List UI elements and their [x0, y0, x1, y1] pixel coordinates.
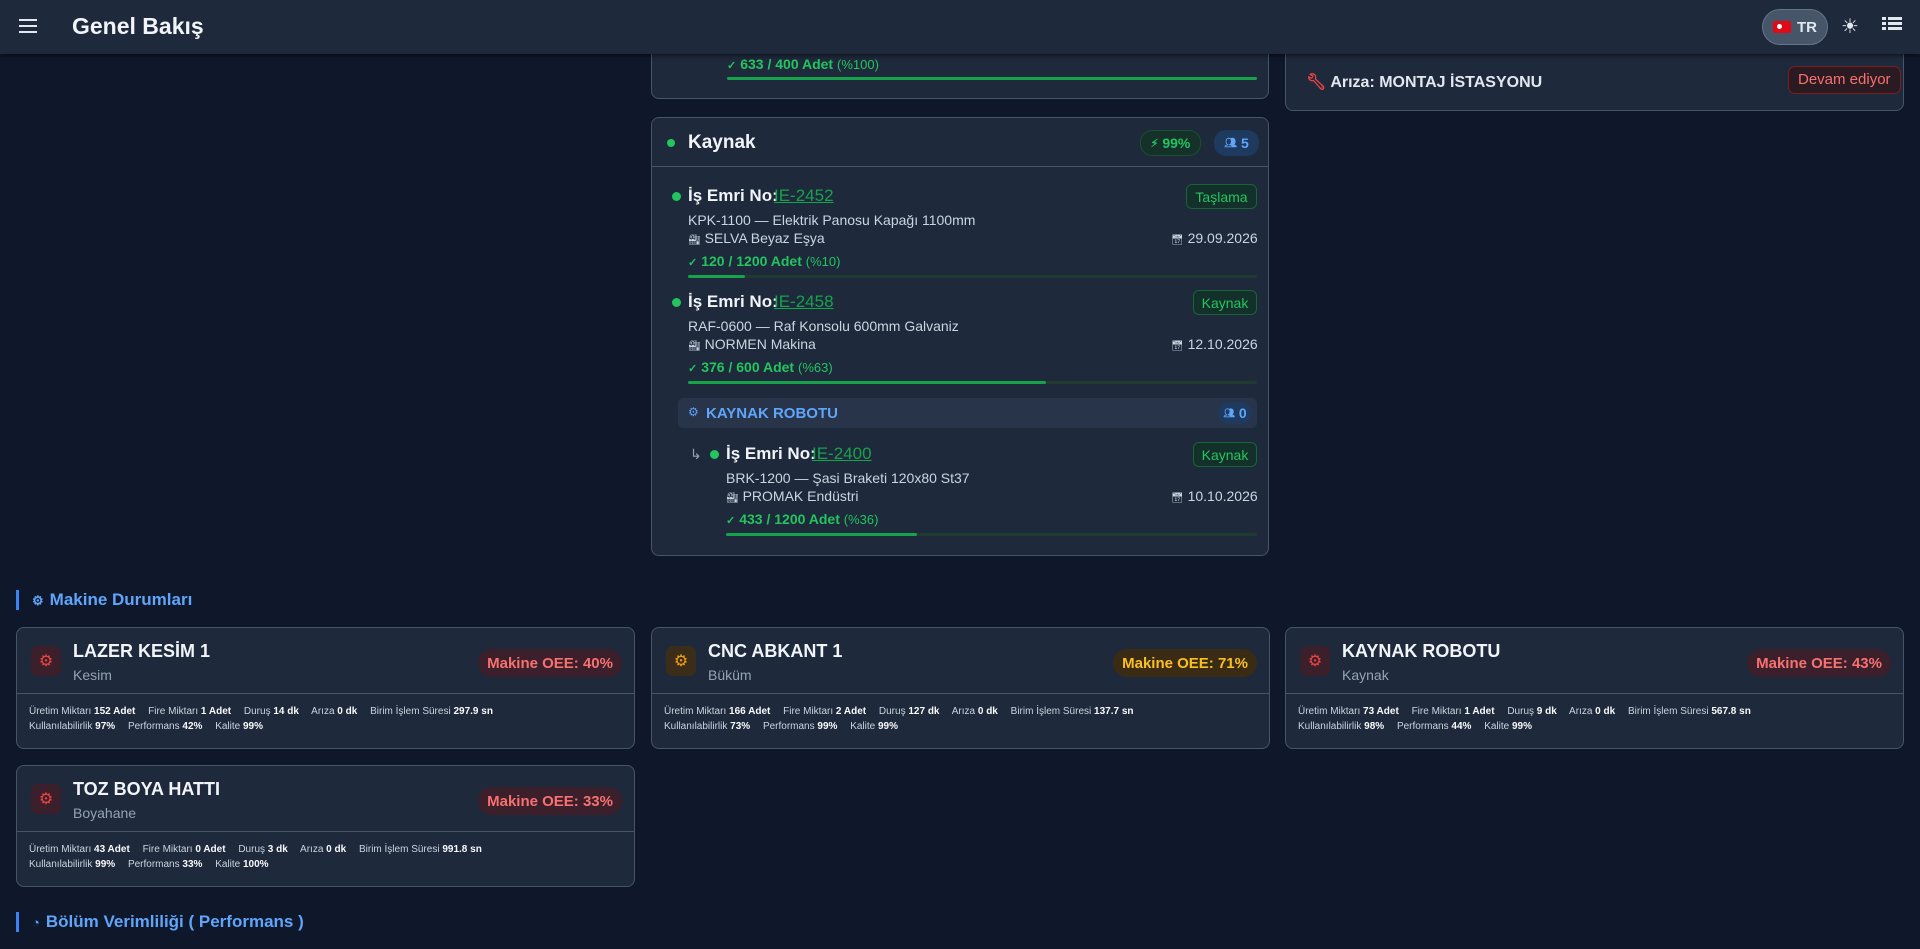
department-card-kaynak: Kaynak ⚡︎ 99% 👥︎ 5 İş Emri No: IE-2452 Taş… [651, 117, 1269, 556]
machine-subheader: ⚙︎ KAYNAK ROBOTU 👥︎ 0 [678, 398, 1257, 428]
machine-stats-row2: Kullanılabilirlik 98% Performans 44% Kal… [1298, 721, 1533, 732]
machine-name: KAYNAK ROBOTU [1342, 641, 1501, 661]
page-title: Genel Bakış [72, 13, 204, 39]
machine-card-header: ⚙︎ CNC ABKANT 1 Büküm Makine OEE: 71% [652, 628, 1269, 694]
robot-arm-icon: ⚙︎ [31, 646, 61, 676]
progress-text: ✓ 376 / 600 Adet (%63) [688, 359, 833, 375]
oee-badge: Makine OEE: 71% [1113, 649, 1257, 677]
machine-card[interactable]: ⚙︎ TOZ BOYA HATTI Boyahane Makine OEE: 3… [16, 765, 635, 887]
staff-badge: 👥︎ 0 [1218, 402, 1252, 424]
machine-department: Kesim [73, 667, 112, 683]
product-text: KPK-1100 — Elektrik Panosu Kapağı 1100mm [688, 212, 976, 228]
robot-arm-icon: ⚙︎ [32, 593, 44, 608]
progress-text: ✓ 633 / 400 Adet (%100) [727, 56, 879, 72]
fault-label: 🔧︎ Arıza: MONTAJ İSTASYONU [1306, 74, 1543, 91]
department-title: Kaynak [688, 132, 756, 153]
progress-bar [727, 77, 1257, 80]
efficiency-badge: ⚡︎ 99% [1140, 130, 1201, 156]
top-app-bar: Genel Bakış TR ☀ [0, 0, 1920, 54]
status-dot [672, 192, 681, 201]
language-button[interactable]: TR [1762, 9, 1828, 45]
department-header: Kaynak ⚡︎ 99% 👥︎ 5 [652, 118, 1268, 167]
machine-card[interactable]: ⚙︎ CNC ABKANT 1 Büküm Makine OEE: 71% Ür… [651, 627, 1270, 749]
customer-text: 🏭︎ SELVA Beyaz Eşya [688, 230, 825, 246]
work-order-link[interactable]: IE-2458 [774, 292, 834, 312]
work-order-label: İş Emri No: [726, 444, 816, 463]
calendar-icon: 📅︎ [1171, 235, 1184, 246]
oee-badge: Makine OEE: 40% [478, 649, 622, 677]
process-tag: Taşlama [1186, 184, 1257, 209]
machine-department: Kaynak [1342, 667, 1389, 683]
process-tag: Kaynak [1193, 442, 1257, 467]
machine-name: KAYNAK ROBOTU [706, 405, 838, 422]
gauge-icon: ◔ [32, 915, 40, 930]
machine-name: CNC ABKANT 1 [708, 641, 843, 661]
oee-badge: Makine OEE: 43% [1747, 649, 1891, 677]
language-label: TR [1797, 18, 1817, 36]
wrench-icon: 🔧︎ [1306, 74, 1327, 91]
factory-icon: 🏭︎ [688, 235, 701, 246]
work-order-link[interactable]: IE-2452 [774, 186, 834, 206]
machine-department: Boyahane [73, 805, 137, 821]
robot-arm-icon: ⚙︎ [31, 784, 61, 814]
work-order-label: İş Emri No: [688, 292, 778, 311]
factory-icon: 🏭︎ [726, 493, 739, 504]
staff-badge: 👥︎ 5 [1214, 130, 1259, 156]
people-icon: 👥︎ [1224, 137, 1237, 149]
machine-department: Büküm [708, 667, 752, 683]
people-icon: 👥︎ [1223, 407, 1235, 418]
progress-text: ✓ 433 / 1200 Adet (%36) [726, 511, 879, 527]
progress-bar [726, 533, 1257, 536]
sun-icon[interactable]: ☀ [1838, 15, 1862, 39]
bolt-icon: ⚡︎ [1150, 137, 1159, 150]
status-dot [672, 298, 681, 307]
customer-text: 🏭︎ PROMAK Endüstri [726, 488, 859, 504]
oee-badge: Makine OEE: 33% [478, 787, 622, 815]
process-tag: Kaynak [1193, 290, 1257, 315]
machine-stats-row1: Üretim Miktarı 152 Adet Fire Miktarı 1 A… [29, 706, 493, 717]
turkey-flag-icon [1773, 21, 1791, 33]
customer-text: 🏭︎ NORMEN Makina [688, 336, 816, 352]
progress-bar [688, 275, 1257, 278]
calendar-icon: 📅︎ [1171, 341, 1184, 352]
performance-section-title: ◔ Bölüm Verimliliği ( Performans ) [16, 912, 304, 932]
fault-status-badge: Devam ediyor [1788, 66, 1901, 94]
machine-stats-row1: Üretim Miktarı 73 Adet Fire Miktarı 1 Ad… [1298, 706, 1751, 717]
machine-stats-row2: Kullanılabilirlik 97% Performans 42% Kal… [29, 721, 264, 732]
machine-card[interactable]: ⚙︎ LAZER KESİM 1 Kesim Makine OEE: 40% Ü… [16, 627, 635, 749]
product-text: RAF-0600 — Raf Konsolu 600mm Galvaniz [688, 318, 959, 334]
product-text: BRK-1200 — Şasi Braketi 120x80 St37 [726, 470, 970, 486]
robot-arm-icon: ⚙︎ [1300, 646, 1330, 676]
due-date: 📅︎ 29.09.2026 [1171, 230, 1258, 246]
machine-stats-row1: Üretim Miktarı 43 Adet Fire Miktarı 0 Ad… [29, 844, 482, 855]
machine-name: LAZER KESİM 1 [73, 641, 211, 661]
due-date: 📅︎ 10.10.2026 [1171, 488, 1258, 504]
sub-arrow-icon: ↳ [690, 446, 702, 462]
robot-arm-icon: ⚙︎ [666, 646, 696, 676]
status-dot [667, 139, 675, 147]
machine-stats-row2: Kullanılabilirlik 99% Performans 33% Kal… [29, 859, 269, 870]
machine-card-header: ⚙︎ LAZER KESİM 1 Kesim Makine OEE: 40% [17, 628, 634, 694]
robot-arm-icon: ⚙︎ [688, 405, 699, 419]
progress-bar [688, 381, 1257, 384]
progress-text: ✓ 120 / 1200 Adet (%10) [688, 253, 841, 269]
machine-stats-row1: Üretim Miktarı 166 Adet Fire Miktarı 2 A… [664, 706, 1134, 717]
status-dot [710, 450, 719, 459]
due-date: 📅︎ 12.10.2026 [1171, 336, 1258, 352]
calendar-icon: 📅︎ [1171, 493, 1184, 504]
machine-name: TOZ BOYA HATTI [73, 779, 221, 799]
work-order-label: İş Emri No: [688, 186, 778, 205]
machine-stats-row2: Kullanılabilirlik 73% Performans 99% Kal… [664, 721, 899, 732]
factory-icon: 🏭︎ [688, 341, 701, 352]
machine-card-header: ⚙︎ KAYNAK ROBOTU Kaynak Makine OEE: 43% [1286, 628, 1903, 694]
machines-section-title: ⚙︎ Makine Durumları [16, 590, 192, 610]
menu-icon[interactable] [16, 16, 40, 38]
machine-card-header: ⚙︎ TOZ BOYA HATTI Boyahane Makine OEE: 3… [17, 766, 634, 832]
list-view-icon[interactable] [1882, 17, 1902, 35]
work-order-link[interactable]: IE-2400 [812, 444, 872, 464]
machine-card[interactable]: ⚙︎ KAYNAK ROBOTU Kaynak Makine OEE: 43% … [1285, 627, 1904, 749]
